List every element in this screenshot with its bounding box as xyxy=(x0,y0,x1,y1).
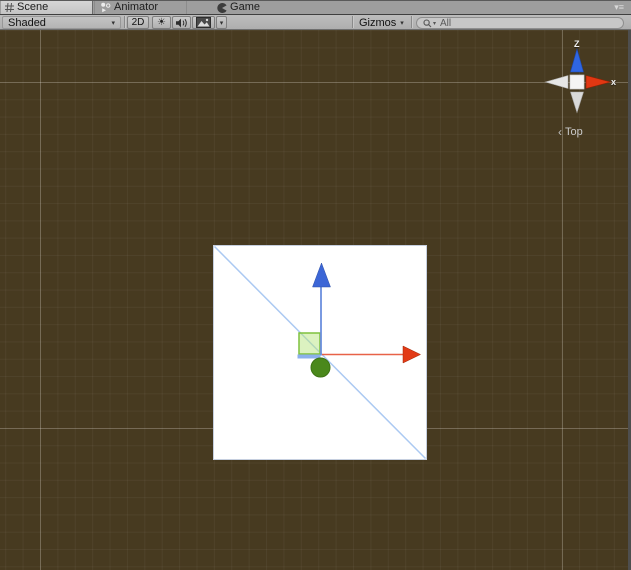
chevron-down-icon: ▾ xyxy=(111,19,115,27)
tab-animator-label: Animator xyxy=(114,1,158,14)
sun-icon: ☀ xyxy=(157,18,166,28)
tab-game-label: Game xyxy=(230,1,260,14)
audio-toggle-button[interactable] xyxy=(172,16,191,29)
render-mode-dropdown[interactable]: Shaded ▾ xyxy=(2,16,121,29)
toolbar-separator xyxy=(411,16,412,28)
effects-dropdown-button[interactable]: ▾ xyxy=(216,16,227,29)
grid-major-line xyxy=(40,30,41,570)
game-icon xyxy=(217,3,227,13)
tab-bar: Scene Animator Game ▾≡ xyxy=(0,0,631,15)
search-filter-chevron-icon[interactable]: ▾ xyxy=(433,20,436,27)
tab-animator[interactable]: Animator xyxy=(94,1,186,14)
orientation-cube[interactable] xyxy=(570,75,584,89)
tab-game[interactable]: Game xyxy=(186,1,290,14)
axis-x-label: x xyxy=(611,78,616,87)
view-menu-chevron-icon: ‹ xyxy=(558,125,562,139)
view-orientation-label: Top xyxy=(565,126,583,138)
image-icon xyxy=(196,17,211,28)
scene-grid-icon xyxy=(5,3,14,12)
2d-toggle-button[interactable]: 2D xyxy=(127,16,149,29)
chevron-down-icon: ▾ xyxy=(400,19,404,27)
2d-toggle-label: 2D xyxy=(132,17,145,28)
search-value: All xyxy=(440,18,451,29)
panel-menu-icon[interactable]: ▾≡ xyxy=(614,2,624,13)
scene-object-quad[interactable] xyxy=(214,246,426,459)
gizmos-label: Gizmos xyxy=(359,17,396,29)
scene-toolbar: Shaded ▾ 2D ☀ ▾ Gizmos ▾ xyxy=(0,15,631,30)
axis-z-label: Z xyxy=(574,40,580,49)
tab-scene-label: Scene xyxy=(17,1,48,14)
lighting-toggle-button[interactable]: ☀ xyxy=(152,16,171,29)
speaker-icon xyxy=(175,18,188,28)
orientation-down-cone[interactable] xyxy=(571,92,584,113)
orientation-left-cone[interactable] xyxy=(546,76,569,89)
unity-scene-panel: Scene Animator Game ▾≡ Shaded ▾ 2D ☀ xyxy=(0,0,631,570)
gizmos-dropdown[interactable]: Gizmos ▾ xyxy=(357,16,406,29)
tab-scene[interactable]: Scene xyxy=(1,1,93,14)
animator-icon xyxy=(100,2,111,13)
orientation-x-cone[interactable] xyxy=(586,76,611,89)
toolbar-separator xyxy=(124,16,125,28)
effects-toggle-button[interactable] xyxy=(192,16,215,29)
scene-search-field[interactable]: ▾ All xyxy=(416,17,624,29)
render-mode-label: Shaded xyxy=(8,17,46,29)
chevron-down-icon: ▾ xyxy=(220,19,224,27)
view-orientation-menu[interactable]: ‹ Top xyxy=(558,125,583,139)
toolbar-separator xyxy=(352,16,353,28)
orientation-z-cone[interactable] xyxy=(571,49,584,72)
search-icon xyxy=(423,19,432,28)
